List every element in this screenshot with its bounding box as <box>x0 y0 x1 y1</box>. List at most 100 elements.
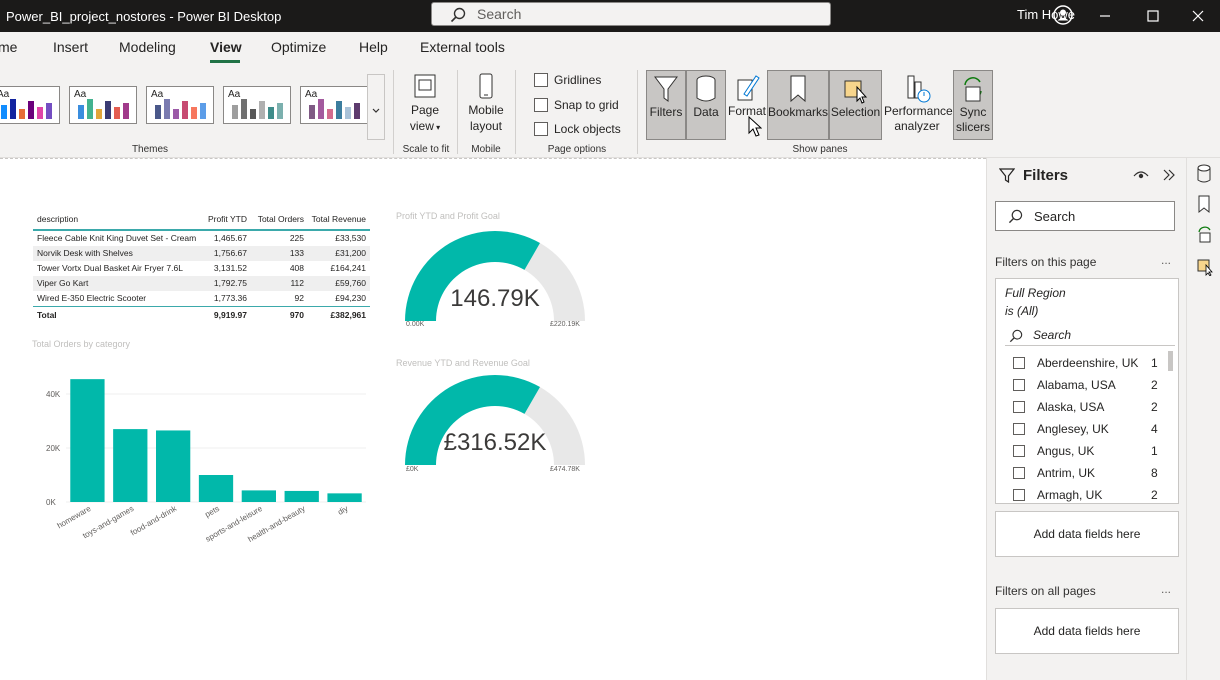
table-row[interactable]: Tower Vortx Dual Basket Air Fryer 7.6L 3,… <box>33 261 370 276</box>
themes-group-label: Themes <box>131 144 169 155</box>
table-row[interactable]: Fleece Cable Knit King Duvet Set - Cream… <box>33 231 370 246</box>
profit-gauge-title: Profit YTD and Profit Goal <box>396 211 500 221</box>
selection-icon <box>844 80 867 104</box>
theme-swatch[interactable]: Aa <box>223 86 291 124</box>
performance-analyzer-button[interactable]: Performance analyzer <box>884 70 953 140</box>
total-orders: 970 <box>289 310 304 320</box>
more-options-icon[interactable]: ... <box>1161 253 1171 267</box>
bookmark-icon[interactable] <box>1196 194 1212 214</box>
theme-color-bar <box>96 109 102 119</box>
tab-view[interactable]: View <box>210 39 242 55</box>
table-row[interactable]: Viper Go Kart 1,792.75 112 £59,760 <box>33 276 370 291</box>
lock-objects-checkbox[interactable]: Lock objects <box>534 122 621 136</box>
selection-pane-button[interactable]: Selection <box>829 70 882 140</box>
user-avatar-icon[interactable] <box>1053 5 1073 25</box>
gridlines-checkbox[interactable]: Gridlines <box>534 73 601 87</box>
sync-slicers-button[interactable]: Sync slicers <box>953 70 993 140</box>
bar-sports-and-leisure[interactable] <box>241 490 276 502</box>
bookmarks-pane-button[interactable]: Bookmarks <box>767 70 829 140</box>
filter-value-item[interactable]: Alabama, USA 2 <box>1013 376 1173 396</box>
format-brush-icon <box>737 75 760 101</box>
full-region-filter-card[interactable]: Full Region is (All) Search Aberdeenshir… <box>995 278 1179 504</box>
theme-swatch[interactable]: Aa <box>0 86 60 124</box>
filter-value-item[interactable]: Armagh, UK 2 <box>1013 486 1173 503</box>
theme-swatch[interactable]: Aa <box>69 86 137 124</box>
checkbox-box[interactable] <box>1013 401 1025 413</box>
bar-pets[interactable] <box>198 475 234 502</box>
menu-bar: me Insert Modeling View Optimize Help Ex… <box>0 32 1220 66</box>
table-row[interactable]: Wired E-350 Electric Scooter 1,773.36 92 £9… <box>33 291 370 306</box>
filter-value-item[interactable]: Aberdeenshire, UK 1 <box>1013 354 1173 374</box>
filter-value-item[interactable]: Angus, UK 1 <box>1013 442 1173 462</box>
close-icon[interactable] <box>1188 6 1208 26</box>
data-pane-button[interactable]: Data <box>686 70 726 140</box>
bar-food-and-drink[interactable] <box>156 430 191 502</box>
add-data-fields-all[interactable]: Add data fields here <box>995 608 1179 654</box>
column-header[interactable]: Total Orders <box>258 207 304 231</box>
theme-color-bar <box>354 103 360 119</box>
column-header[interactable]: description <box>37 207 78 231</box>
themes-more-button[interactable] <box>367 74 385 140</box>
chevron-down-icon: ▾ <box>433 123 441 132</box>
table-cell: 225 <box>289 233 304 243</box>
page-view-button[interactable]: Page view ▾ <box>403 72 447 136</box>
filter-card-search-input[interactable]: Search <box>1005 326 1175 346</box>
tab-modeling[interactable]: Modeling <box>119 39 176 55</box>
y-tick-label: 0K <box>46 498 56 507</box>
checkbox-box[interactable] <box>1013 357 1025 369</box>
global-search[interactable]: Search <box>431 2 831 26</box>
tab-external-tools[interactable]: External tools <box>420 39 505 55</box>
search-placeholder: Search <box>477 6 522 22</box>
minimize-icon[interactable] <box>1095 6 1115 26</box>
table-row[interactable]: Norvik Desk with Shelves 1,756.67 133 £31,2… <box>33 246 370 261</box>
more-options-icon[interactable]: ... <box>1161 582 1171 596</box>
snap-to-grid-checkbox[interactable]: Snap to grid <box>534 98 619 112</box>
filter-value-label: Anglesey, UK <box>1037 422 1109 436</box>
bar-health-and-beauty[interactable] <box>284 490 319 502</box>
table-cell: £59,760 <box>335 278 366 288</box>
column-header[interactable]: Profit YTD <box>208 207 247 231</box>
theme-swatch[interactable]: Aa <box>146 86 214 124</box>
maximize-icon[interactable] <box>1143 6 1163 26</box>
profit-gauge[interactable] <box>400 229 590 329</box>
add-data-fields-page[interactable]: Add data fields here <box>995 511 1179 557</box>
theme-color-bar <box>191 107 197 119</box>
theme-color-bar <box>200 103 206 119</box>
filters-pane-button[interactable]: Filters <box>646 70 686 140</box>
filter-value-item[interactable]: Alaska, USA 2 <box>1013 398 1173 418</box>
filter-value-item[interactable]: Anglesey, UK 4 <box>1013 420 1173 440</box>
filter-value-label: Antrim, UK <box>1037 466 1096 480</box>
bar-toys-and-games[interactable] <box>113 429 148 502</box>
filter-value-item[interactable]: Antrim, UK 8 <box>1013 464 1173 484</box>
theme-color-bar <box>164 99 170 119</box>
revenue-gauge[interactable] <box>400 373 590 473</box>
tab-optimize[interactable]: Optimize <box>271 39 326 55</box>
sync-slicers-icon[interactable] <box>1196 224 1214 244</box>
checkbox-box[interactable] <box>1013 489 1025 501</box>
checkbox-box[interactable] <box>1013 467 1025 479</box>
eye-icon[interactable] <box>1133 168 1149 182</box>
bar-diy[interactable] <box>327 493 362 502</box>
tab-home[interactable]: me <box>0 39 17 55</box>
collapse-pane-icon[interactable] <box>1161 168 1177 182</box>
bar-homeware[interactable] <box>70 379 105 502</box>
mobile-layout-button[interactable]: Mobile layout <box>464 72 508 134</box>
column-header[interactable]: Total Revenue <box>312 207 366 231</box>
database-icon[interactable] <box>1196 164 1212 184</box>
snap-to-grid-label: Snap to grid <box>554 98 619 112</box>
checkbox-box[interactable] <box>1013 445 1025 457</box>
filter-value-count: 2 <box>1151 400 1158 414</box>
x-tick-label: pets <box>203 504 221 519</box>
theme-swatch[interactable]: Aa <box>300 86 368 124</box>
tab-insert[interactable]: Insert <box>53 39 88 55</box>
tab-help[interactable]: Help <box>359 39 388 55</box>
checkbox-box[interactable] <box>1013 379 1025 391</box>
product-table[interactable]: description Profit YTD Total Orders Tota… <box>33 207 370 322</box>
checkbox-box[interactable] <box>1013 423 1025 435</box>
orders-by-category-chart[interactable]: 40K20K0Khomewaretoys-and-gamesfood-and-d… <box>30 357 380 557</box>
revenue-gauge-min: £0K <box>406 466 419 473</box>
filter-icon <box>999 168 1015 183</box>
selection-icon[interactable] <box>1196 256 1214 276</box>
theme-color-bar <box>268 107 274 119</box>
filters-search-input[interactable]: Search <box>995 201 1175 231</box>
